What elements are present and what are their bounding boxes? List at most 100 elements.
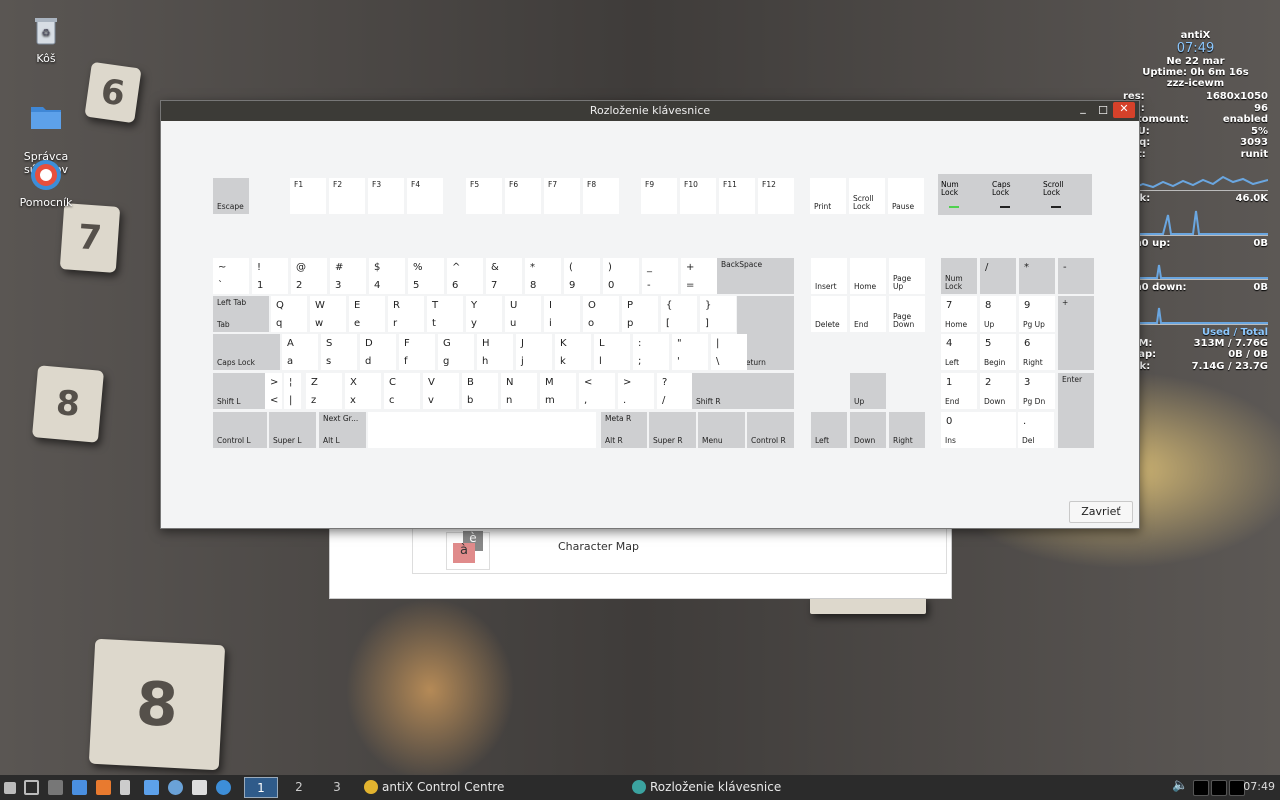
keyboard-key[interactable]: Pause <box>888 178 924 214</box>
keyboard-key[interactable]: Ww <box>310 296 346 332</box>
keyboard-key[interactable]: 3 Pg Dn <box>1019 373 1055 409</box>
keyboard-key[interactable]: 7 Home <box>941 296 977 332</box>
keyboard-key[interactable]: / <box>980 258 1016 294</box>
keyboard-key[interactable]: _ - <box>642 258 678 294</box>
keyboard-key[interactable]: 5 Begin <box>980 334 1016 370</box>
keyboard-key[interactable]: Menu <box>698 412 745 448</box>
keyboard-key[interactable]: @2 <box>291 258 327 294</box>
keyboard-key[interactable]: F11 <box>719 178 755 214</box>
keyboard-key[interactable]: Down <box>850 412 886 448</box>
keyboard-key[interactable]: F1 <box>290 178 326 214</box>
keyboard-key[interactable]: ^ 6 <box>447 258 483 294</box>
file-manager-launcher-icon[interactable] <box>72 780 87 795</box>
keyboard-key[interactable]: * <box>1019 258 1055 294</box>
keyboard-key[interactable]: F8 <box>583 178 619 214</box>
folder-launcher-icon[interactable] <box>144 780 159 795</box>
keyboard-key[interactable] <box>368 412 596 448</box>
keyboard-key[interactable]: 0 Ins <box>941 412 1016 448</box>
window-titlebar[interactable]: Rozloženie klávesnice _ ☐ ✕ <box>161 101 1139 121</box>
keyboard-key[interactable]: F2 <box>329 178 365 214</box>
keyboard-key[interactable]: Uu <box>505 296 541 332</box>
keyboard-key[interactable]: F5 <box>466 178 502 214</box>
keyboard-key[interactable]: Page Up <box>889 258 925 294</box>
keyboard-key[interactable]: * 8 <box>525 258 561 294</box>
character-map-label[interactable]: Character Map <box>558 540 639 553</box>
keyboard-key[interactable]: Ii <box>544 296 580 332</box>
keyboard-key[interactable]: Enter <box>1058 373 1094 448</box>
keyboard-key[interactable]: & 7 <box>486 258 522 294</box>
keyboard-key[interactable]: 9 Pg Up <box>1019 296 1055 332</box>
keyboard-key[interactable]: Yy <box>466 296 502 332</box>
browser-icon[interactable] <box>168 780 183 795</box>
keyboard-key[interactable]: Num Lock <box>941 258 977 294</box>
keyboard-key[interactable]: Control R <box>747 412 794 448</box>
close-window-button[interactable]: ✕ <box>1113 102 1135 118</box>
keyboard-key[interactable]: Scroll Lock <box>849 178 885 214</box>
keyboard-key[interactable]: Shift L <box>213 373 265 409</box>
system-icon[interactable] <box>192 780 207 795</box>
keyboard-key[interactable]: Tt <box>427 296 463 332</box>
keyboard-key[interactable]: Escape <box>213 178 249 214</box>
keyboard-key[interactable]: 6 Right <box>1019 334 1055 370</box>
keyboard-key[interactable]: F6 <box>505 178 541 214</box>
usb-icon[interactable] <box>120 780 130 795</box>
control-centre-launcher-icon[interactable] <box>216 780 231 795</box>
keyboard-key[interactable]: Tab Left Tab <box>213 296 269 332</box>
close-button[interactable]: Zavrieť <box>1069 501 1133 523</box>
workspace-button[interactable]: 3 <box>320 777 354 798</box>
keyboard-key[interactable]: % 5 <box>408 258 444 294</box>
keyboard-key[interactable]: + <box>1058 296 1094 370</box>
keyboard-key[interactable]: 4 Left <box>941 334 977 370</box>
keyboard-key[interactable]: Alt L Next Gr... <box>319 412 366 448</box>
keyboard-key[interactable]: Cc <box>384 373 420 409</box>
workspace-button[interactable]: 2 <box>282 777 316 798</box>
keyboard-key[interactable]: F4 <box>407 178 443 214</box>
keyboard-key[interactable]: Vv <box>423 373 459 409</box>
workspace-button[interactable]: 1 <box>244 777 278 798</box>
keyboard-key[interactable]: :; <box>633 334 669 370</box>
keyboard-key[interactable]: 2 Down <box>980 373 1016 409</box>
keyboard-key[interactable]: . Del <box>1018 412 1054 448</box>
keyboard-key[interactable]: Up <box>850 373 886 409</box>
keyboard-key[interactable]: - <box>1058 258 1094 294</box>
show-desktop-icon[interactable] <box>4 782 16 794</box>
minimize-button[interactable]: _ <box>1075 101 1091 115</box>
keyboard-key[interactable]: Gg <box>438 334 474 370</box>
keyboard-key[interactable]: Insert <box>811 258 847 294</box>
keyboard-key[interactable]: Page Down <box>889 296 925 332</box>
keyboard-key[interactable]: Zz <box>306 373 342 409</box>
keyboard-key[interactable]: " ' <box>672 334 708 370</box>
taskbar-task[interactable]: antiX Control Centre <box>362 777 562 798</box>
keyboard-key[interactable]: F3 <box>368 178 404 214</box>
keyboard-key[interactable]: ) 0 <box>603 258 639 294</box>
keyboard-key[interactable]: Oo <box>583 296 619 332</box>
keyboard-key[interactable]: Super L <box>269 412 316 448</box>
keyboard-key[interactable]: Ee <box>349 296 385 332</box>
keyboard-key[interactable]: BackSpace <box>717 258 794 294</box>
keyboard-key[interactable]: Xx <box>345 373 381 409</box>
keyboard-key[interactable]: >. <box>618 373 654 409</box>
keyboard-key[interactable]: > < <box>265 373 282 409</box>
keyboard-key[interactable]: Print <box>810 178 846 214</box>
keyboard-key[interactable]: End <box>850 296 886 332</box>
character-map-icon[interactable]: è à <box>446 531 490 570</box>
keyboard-key[interactable]: Alt R Meta R <box>601 412 647 448</box>
keyboard-key[interactable]: Home <box>850 258 886 294</box>
keyboard-key[interactable]: <, <box>579 373 615 409</box>
grid-icon[interactable] <box>48 780 63 795</box>
keyboard-key[interactable]: Dd <box>360 334 396 370</box>
taskbar-task[interactable]: Rozloženie klávesnice <box>630 777 830 798</box>
keyboard-key[interactable]: 1 End <box>941 373 977 409</box>
keyboard-key[interactable]: + = <box>681 258 717 294</box>
volume-icon[interactable]: 🔈 <box>1172 778 1188 793</box>
keyboard-key[interactable]: Rr <box>388 296 424 332</box>
keyboard-key[interactable]: ~ ` <box>213 258 249 294</box>
maximize-button[interactable]: ☐ <box>1095 104 1111 118</box>
help-desktop-icon[interactable]: Pomocník <box>0 158 92 209</box>
keyboard-key[interactable]: {[ <box>661 296 697 332</box>
keyboard-key[interactable]: Kk <box>555 334 591 370</box>
keyboard-key[interactable]: ¦ | <box>284 373 301 409</box>
keyboard-key[interactable]: Aa <box>282 334 318 370</box>
keyboard-key[interactable]: Delete <box>811 296 847 332</box>
keyboard-key[interactable]: Shift R <box>692 373 794 409</box>
